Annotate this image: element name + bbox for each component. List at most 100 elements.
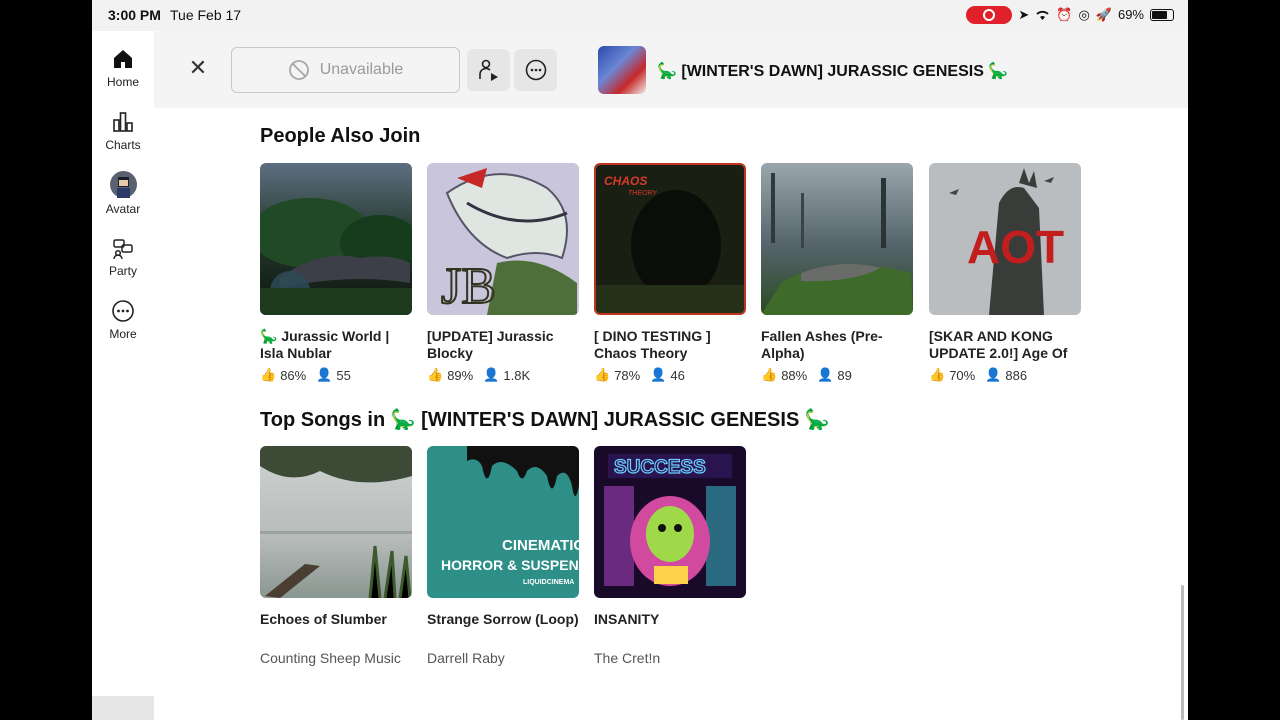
song-card[interactable]: SUCCESS INSANITY The Cret!n (594, 446, 746, 666)
status-time: 3:00 PM (108, 7, 161, 23)
game-thumbnail: CHAOS THEORY (594, 163, 746, 315)
game-rating: 89% (447, 367, 474, 383)
nav-label-charts: Charts (105, 138, 141, 152)
battery-percent: 69% (1117, 7, 1144, 22)
section-title-people-also-join: People Also Join (260, 125, 421, 147)
thumbnail-text: AOT (967, 221, 1064, 273)
song-name: Strange Sorrow (Loop) (427, 611, 579, 627)
song-card[interactable]: Echoes of Slumber Counting Sheep Music (260, 446, 412, 666)
location-icon: ➤ (1018, 7, 1030, 22)
game-name: [ DINO TESTING ] Chaos Theory (594, 328, 711, 361)
more-icon (112, 300, 134, 322)
game-rating: 70% (949, 367, 976, 383)
more-options-button[interactable] (514, 49, 557, 91)
thumbs-up-icon: 👍 (260, 367, 277, 382)
game-thumbnail (761, 163, 913, 315)
rotation-lock-icon: ◎ (1078, 7, 1090, 22)
players-icon: 👤 (817, 367, 834, 382)
scrollbar[interactable] (1181, 585, 1184, 720)
song-name: INSANITY (594, 611, 660, 627)
game-header: ✕ Unavailable 🦕 [WINTER'S DAWN] JURASSIC… (154, 31, 1188, 108)
battery-icon (1150, 9, 1174, 21)
thumbnail-text: SUCCESS (614, 457, 706, 478)
thumbnail-text: HORROR & SUSPENSE (441, 557, 579, 573)
charts-icon (113, 112, 133, 132)
nav-item-avatar[interactable]: Avatar (92, 171, 154, 216)
game-players: 46 (670, 367, 685, 383)
nav-item-more[interactable]: More (92, 299, 154, 341)
game-players: 886 (1005, 367, 1028, 383)
game-name: Fallen Ashes (Pre-Alpha) (761, 328, 883, 361)
join-party-button[interactable] (467, 49, 510, 91)
game-name: [UPDATE] Jurassic Blocky (427, 328, 554, 361)
thumbs-up-icon: 👍 (427, 367, 444, 382)
thumbnail-text: CHAOS (604, 174, 647, 188)
nav-footer (92, 696, 154, 720)
nav-label-avatar: Avatar (105, 202, 141, 216)
game-players: 1.8K (503, 367, 531, 383)
app-screen: 3:00 PM Tue Feb 17 ➤ ⏰ ◎ 🚀 69% Home Char… (92, 0, 1188, 720)
ellipsis-icon (525, 59, 546, 81)
thumbnail-text: LIQUIDCINEMA (523, 579, 574, 586)
song-card[interactable]: CINEMATIC HORROR & SUSPENSE LIQUIDCINEMA S… (427, 446, 579, 666)
nav-label-more: More (109, 327, 137, 341)
status-icons: ➤ ⏰ ◎ 🚀 69% (966, 6, 1174, 24)
screen-recording-icon (966, 6, 1013, 24)
wifi-icon (1036, 10, 1049, 20)
game-card[interactable]: Fallen Ashes (Pre-Alpha) 👍 88% 👤 89 (761, 163, 913, 383)
game-thumbnail (260, 163, 412, 315)
game-stats: 👍 89% 👤 1.8K (427, 367, 579, 383)
players-icon: 👤 (316, 367, 333, 382)
home-icon (114, 50, 132, 68)
song-artwork: SUCCESS (594, 446, 746, 598)
game-card[interactable]: AOT [SKAR AND KONG UPDATE 2.0!] Age Of T… (929, 163, 1081, 383)
status-bar: 3:00 PM Tue Feb 17 ➤ ⏰ ◎ 🚀 69% (92, 0, 1188, 31)
play-button-label: Unavailable (319, 61, 404, 78)
nav-label-party: Party (108, 264, 137, 278)
game-players: 55 (336, 367, 351, 383)
game-stats: 👍 78% 👤 46 (594, 367, 746, 383)
nav-label-home: Home (106, 75, 139, 89)
game-stats: 👍 70% 👤 886 (929, 367, 1081, 383)
user-play-icon (478, 59, 498, 81)
game-rating: 86% (280, 367, 307, 383)
players-icon: 👤 (483, 367, 500, 382)
left-navigation: Home Charts Avatar Party More (92, 31, 154, 720)
thumbnail-text: THEORY (628, 190, 658, 197)
players-icon: 👤 (985, 367, 1002, 382)
song-artist: Darrell Raby (427, 650, 505, 666)
song-artist: Counting Sheep Music (260, 650, 401, 666)
game-title: 🦕 [WINTER'S DAWN] JURASSIC GENESIS 🦕 (657, 63, 1009, 80)
avatar-icon (109, 171, 137, 198)
game-players: 89 (837, 367, 852, 383)
game-card[interactable]: CHAOS THEORY [ DINO TESTING ] Chaos Theor… (594, 163, 746, 383)
game-rating: 78% (614, 367, 641, 383)
game-card[interactable]: JB [UPDATE] Jurassic Blocky 👍 89% 👤 1.8K (427, 163, 579, 383)
thumbs-up-icon: 👍 (929, 367, 946, 382)
prohibited-icon (288, 60, 309, 80)
thumbnail-text: JB (441, 258, 496, 315)
players-icon: 👤 (650, 367, 667, 382)
song-artist: The Cret!n (594, 650, 661, 666)
song-artwork: CINEMATIC HORROR & SUSPENSE LIQUIDCINEMA (427, 446, 579, 598)
game-thumbnail: AOT (929, 163, 1081, 315)
nav-item-party[interactable]: Party (92, 236, 154, 278)
game-card[interactable]: 🦕 Jurassic World | Isla Nublar 👍 86% 👤 55 (260, 163, 412, 383)
party-icon (113, 239, 133, 260)
nav-item-charts[interactable]: Charts (92, 110, 154, 152)
thumbs-up-icon: 👍 (761, 367, 778, 382)
nav-item-home[interactable]: Home (92, 47, 154, 89)
game-name: [SKAR AND KONG UPDATE 2.0!] Age Of T... (929, 328, 1068, 361)
focus-icon: 🚀 (1095, 7, 1112, 22)
alarm-icon: ⏰ (1056, 7, 1073, 22)
song-name: Echoes of Slumber (260, 611, 387, 627)
game-name: 🦕 Jurassic World | Isla Nublar (260, 328, 390, 361)
game-thumbnail (598, 46, 646, 94)
game-rating: 88% (781, 367, 808, 383)
thumbnail-text: CINEMATIC (502, 537, 579, 554)
game-stats: 👍 86% 👤 55 (260, 367, 412, 383)
game-thumbnail: JB (427, 163, 579, 315)
thumbs-up-icon: 👍 (594, 367, 611, 382)
play-button-unavailable[interactable]: Unavailable (231, 47, 460, 93)
close-button[interactable]: ✕ (188, 57, 208, 79)
